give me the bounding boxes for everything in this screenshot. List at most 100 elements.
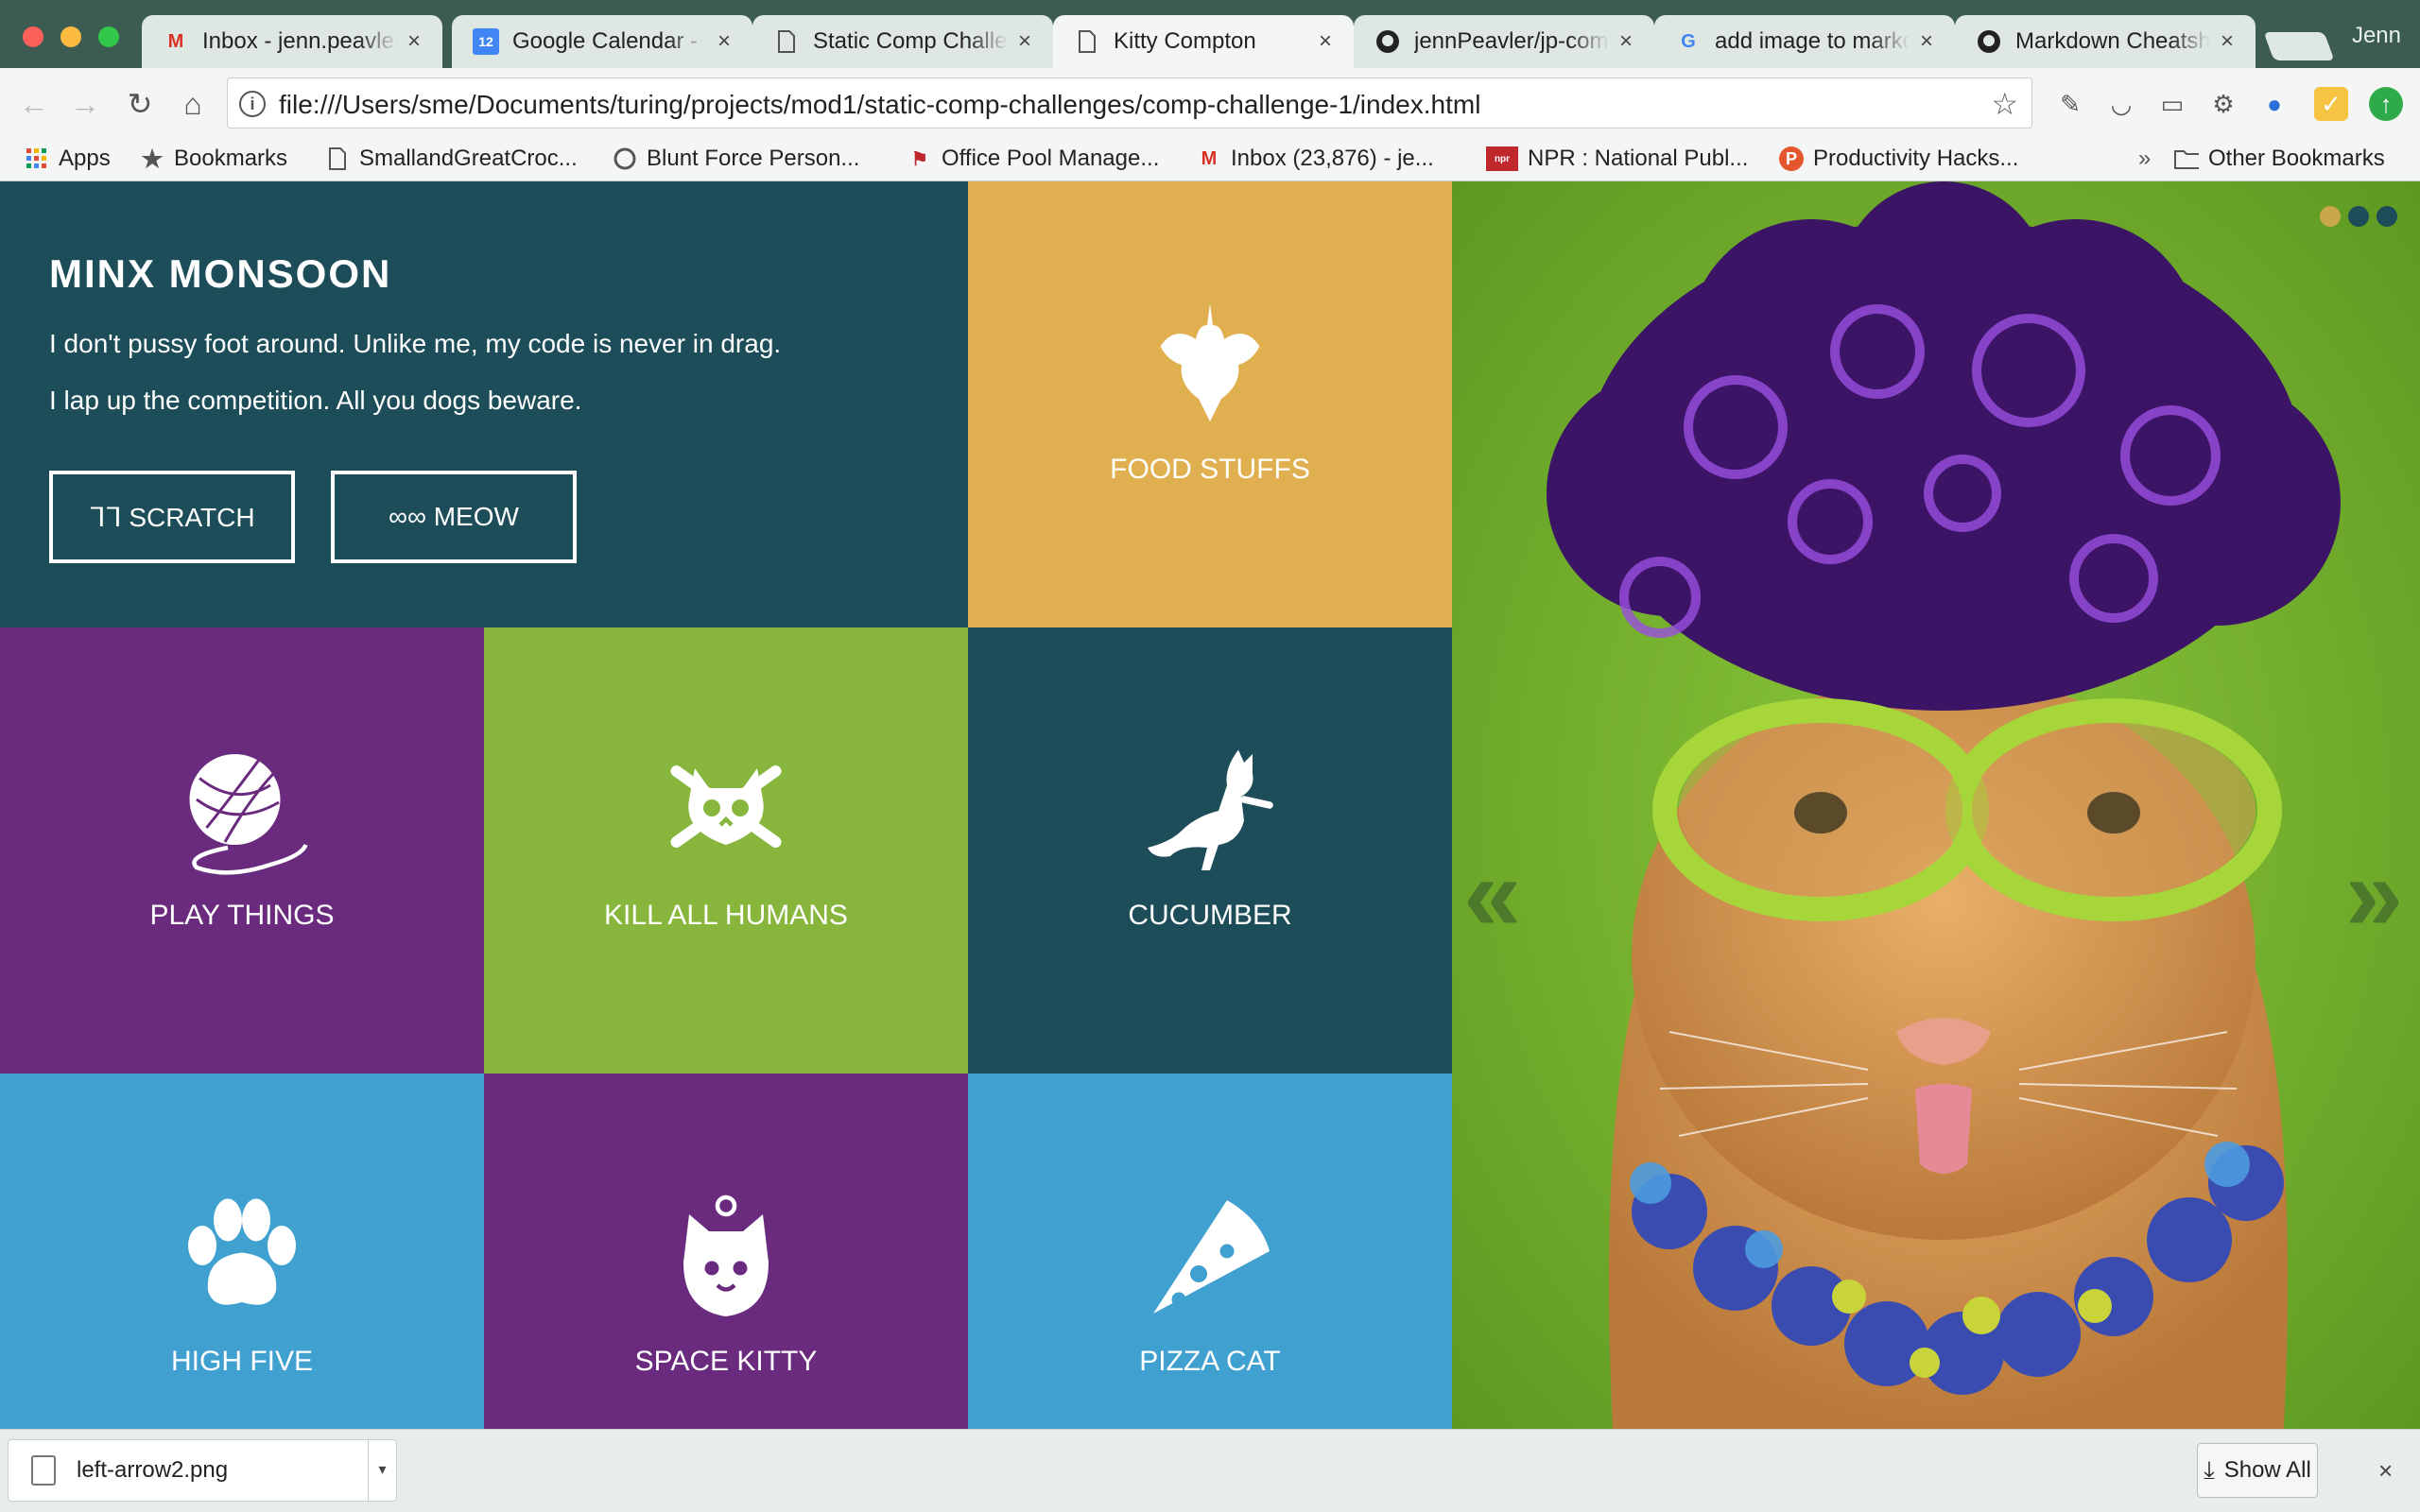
- hero-panel: MINX MONSOON I don't pussy foot around. …: [0, 181, 968, 627]
- p-badge-icon: P: [1779, 146, 1804, 171]
- github-icon: [1374, 28, 1401, 55]
- new-tab-button[interactable]: [2263, 32, 2335, 60]
- tile-label: KILL ALL HUMANS: [604, 900, 848, 931]
- carousel-dot-3[interactable]: [2377, 206, 2397, 227]
- tab-google-calendar[interactable]: 12 Google Calendar - ×: [452, 15, 752, 68]
- tab-close-icon[interactable]: ×: [1013, 28, 1036, 55]
- reload-icon[interactable]: ↻: [121, 85, 159, 123]
- forward-arrow-icon[interactable]: →: [66, 85, 104, 123]
- tile-pizza-cat[interactable]: PIZZA CAT: [968, 1074, 1452, 1429]
- star-icon: ★: [141, 144, 164, 173]
- tile-label: PLAY THINGS: [149, 900, 335, 931]
- bookmark-star-icon[interactable]: ☆: [1991, 86, 2018, 122]
- bookmark-smallandgreatcroc[interactable]: SmallandGreatCroc...: [325, 146, 578, 172]
- cast-icon[interactable]: ▭: [2155, 87, 2189, 121]
- tile-play-things[interactable]: PLAY THINGS: [0, 627, 484, 1074]
- download-item[interactable]: left-arrow2.png ▾: [8, 1439, 397, 1502]
- gear-extension-icon[interactable]: ⚙: [2206, 87, 2240, 121]
- download-bar: left-arrow2.png ▾ ⤓ Show All ×: [0, 1429, 2420, 1512]
- calendar-icon: 12: [473, 28, 499, 55]
- tab-strip: M Inbox - jenn.peavler × 12 Google Calen…: [0, 0, 2420, 68]
- paw-icon: [188, 1198, 296, 1305]
- bookmark-inbox[interactable]: M Inbox (23,876) - je...: [1197, 146, 1434, 172]
- maximize-window-button[interactable]: [98, 26, 119, 47]
- tab-markdown-cheatsheet[interactable]: Markdown Cheatsheet ×: [1955, 15, 2256, 68]
- meow-button[interactable]: ∞∞ MEOW: [331, 471, 577, 563]
- tile-label: PIZZA CAT: [1139, 1346, 1281, 1377]
- tile-label: CUCUMBER: [1128, 900, 1292, 931]
- close-download-bar-icon[interactable]: ×: [2378, 1456, 2393, 1486]
- momentum-extension-icon[interactable]: ●: [2257, 87, 2291, 121]
- tile-label: SPACE KITTY: [634, 1346, 818, 1377]
- page-icon: [325, 146, 350, 171]
- tile-label: HIGH FIVE: [170, 1346, 313, 1377]
- page-content: MINX MONSOON I don't pussy foot around. …: [0, 181, 2420, 1429]
- bookmark-apps[interactable]: Apps: [25, 146, 111, 172]
- minimize-window-button[interactable]: [60, 26, 81, 47]
- gmail-icon: M: [1201, 147, 1218, 169]
- mouse-icon: [1160, 303, 1260, 421]
- tab-google-search[interactable]: G add image to markdown ×: [1654, 15, 1955, 68]
- download-icon: ⤓: [2204, 1455, 2215, 1484]
- tab-github-jp-comp[interactable]: jennPeavler/jp-comp ×: [1354, 15, 1654, 68]
- cat-with-wig-photo: [1452, 181, 2420, 1429]
- browser-toolbar: ← → ↻ ⌂ i file:///Users/sme/Documents/tu…: [0, 68, 2420, 138]
- tab-close-icon[interactable]: ×: [1615, 28, 1637, 55]
- tab-close-icon[interactable]: ×: [2216, 28, 2238, 55]
- tab-close-icon[interactable]: ×: [1314, 28, 1337, 55]
- folder-icon: [2174, 146, 2199, 171]
- chevron-down-icon[interactable]: ▾: [368, 1440, 396, 1501]
- tab-inbox[interactable]: M Inbox - jenn.peavler ×: [142, 15, 442, 68]
- home-icon[interactable]: ⌂: [174, 85, 212, 123]
- show-all-button[interactable]: ⤓ Show All: [2197, 1443, 2318, 1498]
- back-arrow-icon[interactable]: ←: [15, 85, 53, 123]
- page-icon: [1074, 28, 1100, 55]
- carousel-dot-1[interactable]: [2320, 206, 2341, 227]
- info-icon[interactable]: i: [239, 91, 266, 117]
- carousel-prev-arrow[interactable]: «: [1463, 843, 1521, 947]
- scratch-button[interactable]: ᒣᒣ SCRATCH: [49, 471, 295, 563]
- flag-icon: ⚑: [911, 148, 928, 170]
- tab-static-comp[interactable]: Static Comp Challenges ×: [752, 15, 1053, 68]
- tab-close-icon[interactable]: ×: [713, 28, 735, 55]
- tab-kitty-compton[interactable]: Kitty Compton ×: [1053, 15, 1354, 68]
- bookmarks-bar: Apps ★ Bookmarks SmallandGreatCroc... Bl…: [0, 138, 2420, 181]
- address-bar[interactable]: i file:///Users/sme/Documents/turing/pro…: [227, 77, 2032, 129]
- close-window-button[interactable]: [23, 26, 43, 47]
- pocket-extension-icon[interactable]: ◡: [2104, 87, 2138, 121]
- sticky-note-extension-icon[interactable]: ✓: [2314, 87, 2348, 121]
- bookmark-npr[interactable]: npr NPR : National Publ...: [1486, 146, 1748, 172]
- tile-food-stuffs[interactable]: FOOD STUFFS: [968, 181, 1452, 627]
- tile-cucumber[interactable]: CUCUMBER: [968, 627, 1452, 1074]
- url-text[interactable]: file:///Users/sme/Documents/turing/proje…: [279, 90, 1480, 120]
- bookmarks-overflow-chevron[interactable]: »: [2138, 146, 2151, 172]
- space-cat-icon: [683, 1194, 769, 1316]
- tile-high-five[interactable]: HIGH FIVE: [0, 1074, 484, 1429]
- tab-close-icon[interactable]: ×: [1915, 28, 1938, 55]
- file-icon: [31, 1455, 56, 1486]
- github-icon: [1976, 28, 2002, 55]
- bookmark-blunt-force[interactable]: Blunt Force Person...: [613, 146, 859, 172]
- bookmark-bookmarks[interactable]: ★ Bookmarks: [140, 144, 287, 173]
- profile-name[interactable]: Jenn: [2352, 23, 2401, 49]
- tab-close-icon[interactable]: ×: [403, 28, 425, 55]
- tile-kill-all-humans[interactable]: KILL ALL HUMANS: [484, 627, 968, 1074]
- carousel-dot-2[interactable]: [2348, 206, 2369, 227]
- hero-title: MINX MONSOON: [49, 251, 392, 296]
- bookmark-office-pool[interactable]: ⚑ Office Pool Manage...: [908, 146, 1159, 172]
- carousel-next-arrow[interactable]: »: [2345, 843, 2403, 947]
- jumping-cat-icon: [1148, 749, 1273, 870]
- hero-tagline-2: I lap up the competition. All you dogs b…: [49, 386, 582, 415]
- bookmark-productivity-hacks[interactable]: P Productivity Hacks...: [1779, 146, 2018, 172]
- yarn-ball-icon: [189, 754, 308, 875]
- page-icon: [773, 28, 800, 55]
- cat-skull-crossbones-icon: [670, 765, 782, 848]
- google-icon: G: [1681, 30, 1696, 52]
- update-arrow-icon[interactable]: ↑: [2369, 87, 2403, 121]
- hero-tagline-1: I don't pussy foot around. Unlike me, my…: [49, 329, 782, 358]
- pizza-slice-icon: [1153, 1200, 1270, 1314]
- tile-space-kitty[interactable]: SPACE KITTY: [484, 1074, 968, 1429]
- other-bookmarks[interactable]: Other Bookmarks: [2174, 146, 2385, 172]
- eyedropper-extension-icon[interactable]: ✎: [2053, 87, 2087, 121]
- tile-label: FOOD STUFFS: [1110, 454, 1310, 485]
